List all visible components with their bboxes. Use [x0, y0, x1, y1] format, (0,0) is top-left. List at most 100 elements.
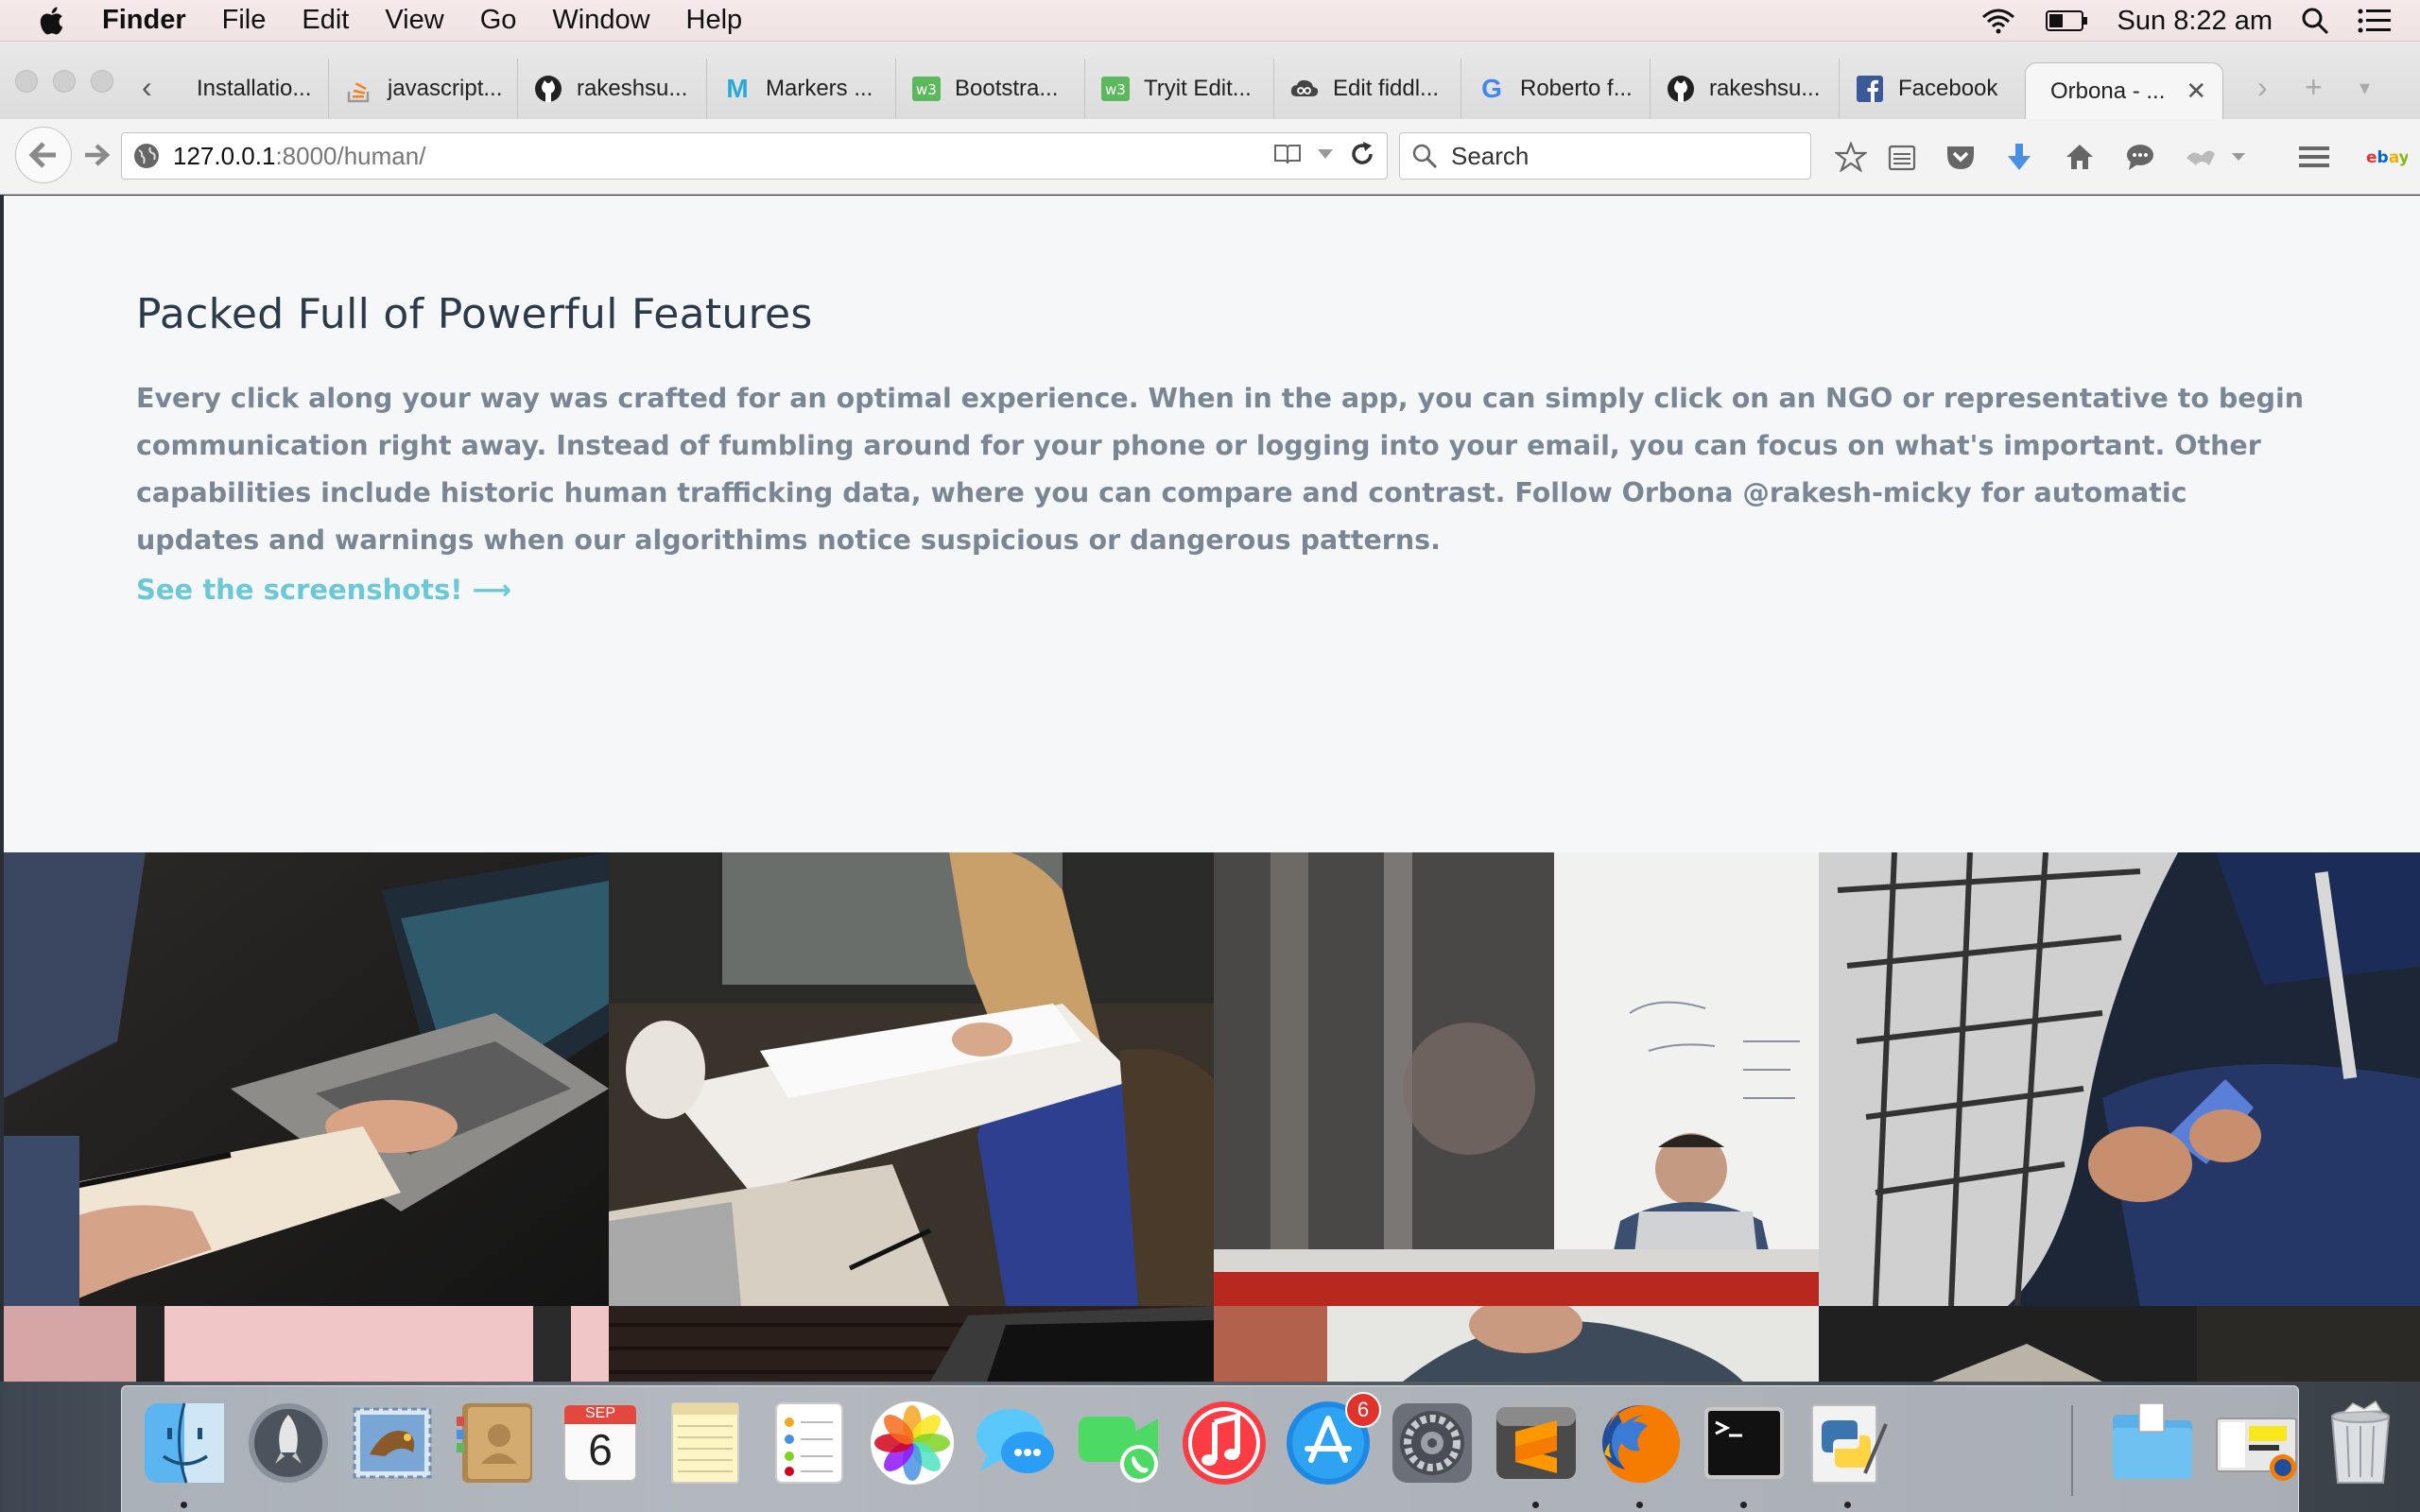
search-icon: [1412, 144, 1438, 169]
forward-button[interactable]: [79, 138, 113, 172]
dock-downloads-folder-icon[interactable]: [2107, 1398, 2198, 1488]
tabs-scroll-left-icon[interactable]: ‹: [142, 70, 152, 105]
tab-label: Bootstra...: [955, 76, 1059, 101]
dock-messages-icon[interactable]: [971, 1398, 1062, 1488]
dock-calendar-icon[interactable]: SEP 6: [555, 1398, 646, 1488]
dock-mail-icon[interactable]: [347, 1398, 438, 1488]
dock-sublime-text-icon[interactable]: [1491, 1398, 1582, 1488]
browser-navigation-bar: 127.0.0.1 :8000/human/ Search ebay: [0, 119, 2420, 195]
search-placeholder: Search: [1451, 141, 1530, 170]
running-indicator: [1532, 1502, 1539, 1508]
ebay-icon[interactable]: ebay: [2363, 138, 2411, 176]
calendar-month: SEP: [584, 1405, 615, 1421]
hamburger-menu-icon[interactable]: [2295, 138, 2333, 176]
person-using-phone-photo: [1819, 852, 2420, 1306]
new-tab-icon[interactable]: +: [2305, 70, 2323, 105]
menu-go[interactable]: Go: [480, 5, 517, 36]
dock-app-store-icon[interactable]: 6: [1283, 1392, 1381, 1488]
close-tab-icon[interactable]: ✕: [2186, 77, 2206, 106]
svg-text:ebay: ebay: [2366, 148, 2408, 166]
dock-contacts-icon[interactable]: [451, 1398, 542, 1488]
google-icon: G: [1481, 74, 1502, 103]
github-icon: [533, 74, 563, 104]
tab-roberto[interactable]: G Roberto f...: [1461, 59, 1651, 119]
dock-finder-icon[interactable]: [139, 1398, 230, 1488]
dock-python-launcher-icon[interactable]: [1803, 1398, 1893, 1488]
dock-notes-icon[interactable]: [659, 1398, 750, 1488]
menu-edit[interactable]: Edit: [302, 5, 349, 36]
tab-installation[interactable]: Installatio...: [168, 59, 329, 119]
running-indicator: [1636, 1502, 1643, 1508]
tab-javascript[interactable]: javascript...: [329, 59, 518, 119]
facebook-icon: [1855, 74, 1885, 104]
chat-icon[interactable]: [2121, 138, 2159, 176]
menu-file[interactable]: File: [222, 5, 267, 36]
bookmarks-menu-icon[interactable]: [1883, 138, 1921, 176]
running-indicator: [1740, 1502, 1747, 1508]
tab-label: rakeshsu...: [577, 76, 688, 101]
tabs-scroll-right-icon[interactable]: ›: [2257, 70, 2268, 105]
see-screenshots-link[interactable]: See the screenshots! ⟶: [136, 574, 511, 606]
dock-launchpad-icon[interactable]: [243, 1398, 334, 1488]
partial-photo-dark-room: [1819, 1306, 2420, 1382]
dock-photos-icon[interactable]: [867, 1398, 958, 1488]
dock-system-preferences-icon[interactable]: [1387, 1398, 1478, 1488]
dock-documents-stack-icon[interactable]: [2211, 1398, 2302, 1488]
menu-view[interactable]: View: [385, 5, 443, 36]
arrow-left-icon: [28, 142, 56, 168]
tab-bootstrap[interactable]: w3 Bootstra...: [896, 59, 1085, 119]
page-content: Packed Full of Powerful Features Every c…: [4, 196, 2420, 1382]
running-indicator: [181, 1502, 187, 1508]
search-bar[interactable]: Search: [1399, 132, 1811, 180]
tab-edit-fiddle[interactable]: Edit fiddl...: [1274, 59, 1461, 119]
menu-clock[interactable]: Sun 8:22 am: [2118, 6, 2273, 37]
tab-label: Installatio...: [197, 76, 312, 101]
tab-rakeshsu-1[interactable]: rakeshsu...: [518, 59, 707, 119]
extension-dropdown-chevron-down-icon[interactable]: [2227, 138, 2250, 176]
tab-orbona-active[interactable]: Orbona - ... ✕: [2025, 62, 2223, 119]
dock-facetime-icon[interactable]: [1075, 1398, 1166, 1488]
dropdown-chevron-down-icon[interactable]: [1317, 147, 1334, 161]
stackoverflow-icon: [344, 74, 374, 104]
running-indicator: [1844, 1502, 1851, 1508]
tab-list-chevron-down-icon[interactable]: ▾: [2360, 76, 2370, 100]
spotlight-search-icon[interactable]: [2301, 7, 2329, 35]
tab-rakeshsu-2[interactable]: rakeshsu...: [1651, 59, 1840, 119]
pocket-icon[interactable]: [1942, 138, 1979, 176]
app-store-badge: 6: [1345, 1392, 1381, 1428]
w3schools-icon: w3: [1100, 74, 1131, 104]
url-host: 127.0.0.1: [173, 141, 276, 170]
downloads-icon[interactable]: [2000, 138, 2038, 176]
menu-help[interactable]: Help: [686, 5, 743, 36]
url-bar[interactable]: 127.0.0.1 :8000/human/: [121, 132, 1388, 180]
apple-menu-icon[interactable]: [36, 4, 70, 38]
bookmark-star-icon[interactable]: [1832, 138, 1870, 176]
home-icon[interactable]: [2061, 138, 2099, 176]
partial-photo-man-hoodie: [1214, 1306, 1819, 1382]
partial-photo-brick-desk: [609, 1306, 1214, 1382]
back-button[interactable]: [15, 127, 72, 183]
battery-icon[interactable]: [2045, 9, 2089, 32]
dock-trash-icon[interactable]: [2315, 1398, 2406, 1488]
window-zoom-button[interactable]: [91, 70, 113, 93]
tab-label: Orbona - ...: [2050, 77, 2166, 104]
dock-itunes-icon[interactable]: [1179, 1398, 1270, 1488]
m-logo-icon: M: [726, 74, 749, 103]
notification-center-icon[interactable]: [2358, 8, 2392, 34]
window-close-button[interactable]: [15, 70, 38, 93]
wifi-icon[interactable]: [1979, 7, 2017, 35]
features-heading: Packed Full of Powerful Features: [136, 290, 813, 338]
menu-window[interactable]: Window: [552, 5, 649, 36]
tab-tryit-editor[interactable]: w3 Tryit Edit...: [1085, 59, 1274, 119]
reload-icon[interactable]: [1349, 141, 1375, 167]
tab-facebook[interactable]: Facebook: [1840, 59, 2025, 119]
extension-icon[interactable]: [2182, 138, 2220, 176]
tab-markers[interactable]: M Markers ...: [707, 59, 896, 119]
features-paragraph: Every click along your way was crafted f…: [136, 383, 2305, 556]
dock-firefox-icon[interactable]: [1595, 1398, 1685, 1488]
menu-app-name[interactable]: Finder: [102, 5, 186, 36]
reader-view-icon[interactable]: [1273, 143, 1302, 165]
window-minimize-button[interactable]: [53, 70, 76, 93]
dock-terminal-icon[interactable]: [1699, 1398, 1789, 1488]
dock-reminders-icon[interactable]: [763, 1398, 854, 1488]
